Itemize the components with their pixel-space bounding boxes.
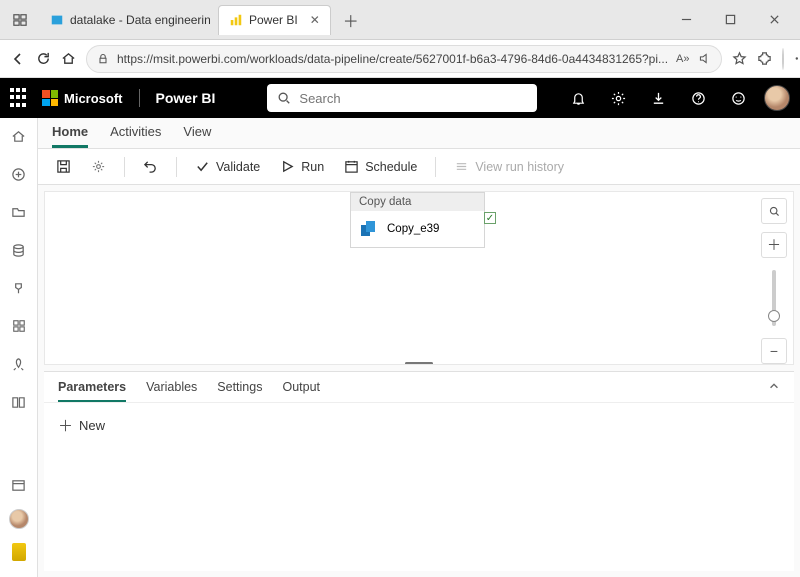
microsoft-logo-icon (42, 90, 58, 106)
browser-titlebar: datalake - Data engineering ✕ Power BI ✕… (0, 0, 800, 40)
save-button[interactable] (50, 155, 77, 178)
bottom-panel-tabs: Parameters Variables Settings Output (44, 372, 794, 403)
nav-datahub-icon[interactable] (9, 240, 29, 260)
left-nav (0, 118, 38, 577)
browser-addressbar: https://msit.powerbi.com/workloads/data-… (0, 40, 800, 78)
refresh-button[interactable] (36, 47, 51, 71)
settings-gear-button[interactable] (85, 155, 112, 178)
url-text: https://msit.powerbi.com/workloads/data-… (117, 52, 668, 66)
browser-tab[interactable]: datalake - Data engineering ✕ (40, 5, 210, 35)
favicon-datalake (50, 13, 64, 27)
help-button[interactable] (684, 84, 712, 112)
nav-learn-icon[interactable] (9, 392, 29, 412)
user-avatar[interactable] (764, 85, 790, 111)
validation-success-icon: ✓ (484, 212, 496, 224)
window-minimize-button[interactable] (668, 6, 704, 34)
copy-data-icon (359, 219, 379, 239)
new-tab-button[interactable]: ＋ (339, 8, 363, 32)
content-area: Home Activities View Validate Run Schedu… (38, 118, 800, 577)
browser-menu-button[interactable] (794, 47, 800, 71)
app-launcher-button[interactable] (10, 88, 30, 108)
tab-output[interactable]: Output (282, 380, 320, 402)
window-close-button[interactable] (756, 6, 792, 34)
favicon-powerbi (229, 13, 243, 27)
url-field[interactable]: https://msit.powerbi.com/workloads/data-… (86, 45, 722, 73)
powerbi-brand-label: Power BI (156, 90, 216, 106)
nav-powerbi-icon[interactable] (12, 543, 26, 561)
activity-node-title: Copy data (351, 193, 484, 211)
browser-tab-label: datalake - Data engineering (70, 13, 210, 27)
plus-icon: ＋ (58, 415, 73, 436)
zoom-out-button[interactable]: − (761, 338, 787, 364)
nav-apps-icon[interactable] (9, 316, 29, 336)
settings-button[interactable] (604, 84, 632, 112)
new-parameter-button[interactable]: ＋ New (58, 415, 780, 436)
tab-variables[interactable]: Variables (146, 380, 197, 402)
zoom-in-button[interactable]: ＋ (761, 232, 787, 258)
nav-metrics-icon[interactable] (9, 278, 29, 298)
workspace: Home Activities View Validate Run Schedu… (0, 118, 800, 577)
favorite-button[interactable] (732, 47, 747, 71)
activity-node-copy-data[interactable]: Copy data Copy_e39 ✓ (350, 192, 485, 248)
browser-tab-label: Power BI (249, 13, 298, 27)
zoom-slider[interactable] (772, 270, 776, 326)
nav-deploy-icon[interactable] (9, 354, 29, 374)
global-search[interactable] (267, 84, 537, 112)
nav-home-icon[interactable] (9, 126, 29, 146)
activity-node-name: Copy_e39 (387, 223, 439, 235)
app-header: Microsoft Power BI (0, 78, 800, 118)
notifications-button[interactable] (564, 84, 592, 112)
search-input[interactable] (299, 91, 527, 106)
nav-browse-icon[interactable] (9, 202, 29, 222)
tab-home[interactable]: Home (52, 124, 88, 148)
browser-profile-avatar[interactable] (782, 48, 784, 70)
microsoft-logo: Microsoft (42, 90, 123, 106)
tab-overview-icon[interactable] (8, 8, 32, 32)
home-button[interactable] (61, 47, 76, 71)
window-maximize-button[interactable] (712, 6, 748, 34)
undo-button[interactable] (137, 155, 164, 178)
tab-activities[interactable]: Activities (110, 124, 161, 148)
page-tabs: Home Activities View (38, 118, 800, 149)
collapse-panel-button[interactable] (768, 380, 780, 402)
extensions-button[interactable] (757, 47, 772, 71)
toolbar: Validate Run Schedule View run history (38, 149, 800, 185)
tab-settings[interactable]: Settings (217, 380, 262, 402)
view-run-history-button[interactable]: View run history (448, 155, 570, 178)
microsoft-label: Microsoft (64, 91, 123, 106)
nav-create-icon[interactable] (9, 164, 29, 184)
nav-workspaces-icon[interactable] (9, 475, 29, 495)
validate-button[interactable]: Validate (189, 155, 266, 178)
divider (139, 89, 140, 107)
bottom-panel: Parameters Variables Settings Output ＋ N… (44, 371, 794, 571)
tab-parameters[interactable]: Parameters (58, 380, 126, 402)
canvas-tools: ＋ − (761, 198, 787, 365)
feedback-button[interactable] (724, 84, 752, 112)
reader-mode-badge[interactable]: A» (676, 53, 689, 65)
panel-resize-handle[interactable] (405, 362, 433, 365)
nav-avatar[interactable] (9, 509, 29, 529)
run-button[interactable]: Run (274, 155, 330, 178)
browser-tab[interactable]: Power BI ✕ (218, 5, 331, 35)
download-button[interactable] (644, 84, 672, 112)
search-icon (277, 91, 291, 105)
canvas-search-button[interactable] (761, 198, 787, 224)
tab-view[interactable]: View (183, 124, 211, 148)
lock-icon (97, 53, 109, 65)
audio-icon[interactable] (698, 52, 711, 65)
pipeline-canvas[interactable]: Copy data Copy_e39 ✓ ＋ − (44, 191, 794, 365)
schedule-button[interactable]: Schedule (338, 155, 423, 178)
close-icon[interactable]: ✕ (304, 13, 320, 27)
back-button[interactable] (10, 47, 26, 71)
